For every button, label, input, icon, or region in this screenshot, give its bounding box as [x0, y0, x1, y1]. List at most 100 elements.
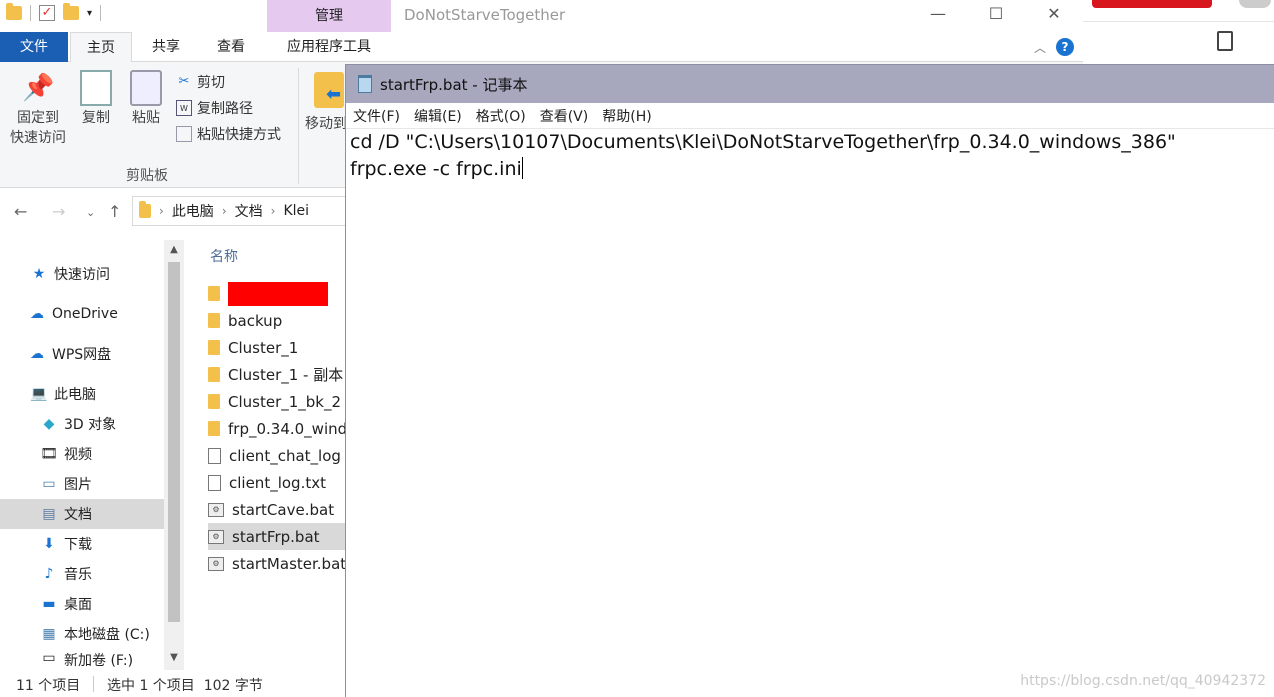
sidebar-item-new-volume[interactable]: ▭ 新加卷 (F:) [40, 650, 133, 670]
scroll-up-icon[interactable]: ▲ [164, 244, 184, 255]
scissors-icon: ✂ [178, 74, 190, 89]
item-count: 11 个项目 [16, 678, 81, 694]
editor-line-1: cd /D "C:\Users\10107\Documents\Klei\DoN… [350, 131, 1176, 153]
file-name: startFrp.bat [232, 527, 320, 546]
back-arrow-icon[interactable]: ← [14, 202, 27, 221]
recent-locations-icon[interactable]: ⌄ [86, 206, 95, 219]
sidebar-item-onedrive[interactable]: ☁ OneDrive [28, 300, 118, 328]
text-file-icon [208, 447, 221, 464]
scroll-down-icon[interactable]: ▼ [164, 652, 184, 663]
tab-app-tools[interactable]: 应用程序工具 [267, 32, 391, 62]
tab-share[interactable]: 共享 [134, 32, 198, 62]
sidebar-item-documents[interactable]: ▤ 文档 [0, 499, 164, 529]
text-editor[interactable]: cd /D "C:\Users\10107\Documents\Klei\DoN… [350, 129, 1270, 689]
sidebar-item-local-disk[interactable]: ▦ 本地磁盘 (C:) [40, 620, 150, 648]
sidebar-item-label: 桌面 [64, 597, 92, 613]
close-button[interactable]: ✕ [1025, 0, 1083, 28]
file-list: 名称 backup Cluster_1 Cluster_1 - 副本 Clust… [190, 236, 350, 670]
tab-home[interactable]: 主页 [70, 32, 132, 63]
list-item[interactable]: Cluster_1_bk_2 [208, 388, 348, 415]
folder-icon[interactable] [6, 3, 22, 20]
file-name: startCave.bat [232, 500, 335, 519]
document-icon[interactable] [1217, 31, 1233, 51]
ribbon-divider [298, 68, 299, 184]
sidebar-item-music[interactable]: ♪ 音乐 [40, 560, 92, 588]
menu-view[interactable]: 查看(V) [540, 106, 589, 126]
red-button[interactable] [1092, 0, 1212, 8]
list-item[interactable]: Cluster_1 - 副本 [208, 361, 348, 388]
batch-file-icon: ⚙ [208, 529, 224, 544]
file-name: Cluster_1 - 副本 [228, 366, 344, 384]
sidebar-item-videos[interactable]: 🎞 视频 [40, 440, 92, 468]
pin-label-1: 固定到 [17, 110, 59, 126]
copy-button[interactable]: 复制 [76, 70, 116, 128]
sidebar-item-label: 下载 [64, 537, 92, 553]
editor-line-2: frpc.exe -c frpc.ini [350, 156, 1270, 183]
drive-icon: ▭ [42, 650, 56, 666]
sidebar-item-label: 3D 对象 [64, 417, 117, 433]
sidebar-item-desktop[interactable]: ▬ 桌面 [40, 590, 92, 618]
tab-file[interactable]: 文件 [0, 32, 68, 62]
sidebar-item-label: WPS网盘 [52, 347, 112, 363]
minimize-button[interactable]: — [909, 0, 967, 28]
list-item[interactable]: Cluster_1 [208, 334, 348, 361]
paste-shortcut-button[interactable]: 粘贴快捷方式 [176, 124, 281, 144]
sidebar-item-pictures[interactable]: ▭ 图片 [40, 470, 92, 498]
file-name: frp_0.34.0_windows_386 [228, 419, 348, 438]
collapse-ribbon-icon[interactable]: ︿ [1034, 39, 1046, 56]
menu-help[interactable]: 帮助(H) [602, 106, 651, 126]
move-arrow-icon: ⬅ [326, 84, 342, 105]
list-item[interactable]: client_log.txt [208, 469, 348, 496]
list-item[interactable]: frp_0.34.0_windows_386 [208, 415, 348, 442]
menu-edit[interactable]: 编辑(E) [414, 106, 462, 126]
new-folder-icon[interactable] [63, 3, 79, 20]
paste-shortcut-icon [176, 126, 192, 142]
editor-line-2-text: frpc.exe -c frpc.ini [350, 158, 522, 180]
column-header-name[interactable]: 名称 [210, 246, 238, 266]
sidebar-item-label: 新加卷 (F:) [64, 653, 134, 669]
maximize-button[interactable]: ☐ [967, 0, 1025, 28]
breadcrumb-item[interactable]: Klei [283, 203, 309, 219]
folder-icon [208, 367, 220, 382]
list-item[interactable]: client_chat_log [208, 442, 348, 469]
sidebar-item-label: 文档 [64, 507, 92, 523]
sidebar-item-quick-access[interactable]: ★ 快速访问 [30, 260, 110, 288]
paste-button[interactable]: 粘贴 [126, 70, 166, 128]
forward-arrow-icon[interactable]: → [52, 202, 65, 221]
list-item[interactable]: ⚙ startCave.bat [208, 496, 348, 523]
sidebar-item-3d-objects[interactable]: ◆ 3D 对象 [40, 410, 117, 438]
properties-icon[interactable]: ✓ [39, 5, 55, 21]
menu-format[interactable]: 格式(O) [476, 106, 526, 126]
up-arrow-icon[interactable]: ↑ [108, 202, 121, 221]
sidebar-item-label: 快速访问 [54, 267, 110, 283]
sidebar-item-label: 此电脑 [54, 387, 96, 403]
quick-access-toolbar: ✓ ▾ [6, 3, 102, 21]
tab-view[interactable]: 查看 [200, 32, 262, 62]
list-item-selected[interactable]: ⚙ startFrp.bat [208, 523, 348, 550]
avatar[interactable] [1239, 0, 1271, 8]
menu-file[interactable]: 文件(F) [353, 106, 400, 126]
move-to-label: 移动到 [305, 116, 347, 132]
sidebar-item-wps[interactable]: ☁ WPS网盘 [28, 340, 111, 368]
list-item[interactable]: ⚙ startMaster.bat [208, 550, 348, 577]
paste-label: 粘贴 [132, 110, 160, 126]
tab-manage[interactable]: 管理 [267, 0, 391, 32]
move-to-button[interactable]: 移动到 [304, 114, 348, 134]
help-icon[interactable]: ? [1056, 38, 1075, 56]
copy-path-button[interactable]: W 复制路径 [176, 98, 253, 118]
divider [1083, 21, 1274, 22]
sidebar-item-downloads[interactable]: ⬇ 下载 [40, 530, 92, 558]
breadcrumb-item[interactable]: 文档 [235, 201, 263, 221]
sidebar-item-label: 本地磁盘 (C:) [64, 627, 150, 643]
customize-dropdown-icon[interactable]: ▾ [87, 8, 92, 19]
list-item[interactable] [208, 280, 348, 307]
sidebar-item-label: 音乐 [64, 567, 92, 583]
cut-button[interactable]: ✂ 剪切 [176, 72, 225, 92]
pin-to-quick-access-button[interactable]: 📌 固定到 快速访问 [6, 70, 70, 148]
scrollbar-thumb[interactable] [168, 262, 180, 622]
sidebar-item-this-pc[interactable]: 💻 此电脑 [30, 380, 96, 408]
navigation-pane: ★ 快速访问 ☁ OneDrive ☁ WPS网盘 💻 此电脑 ◆ 3D 对象 … [0, 236, 186, 670]
list-item[interactable]: backup [208, 307, 348, 334]
breadcrumb-item[interactable]: 此电脑 [172, 201, 214, 221]
navigation-scrollbar[interactable]: ▲ ▼ [164, 240, 184, 670]
